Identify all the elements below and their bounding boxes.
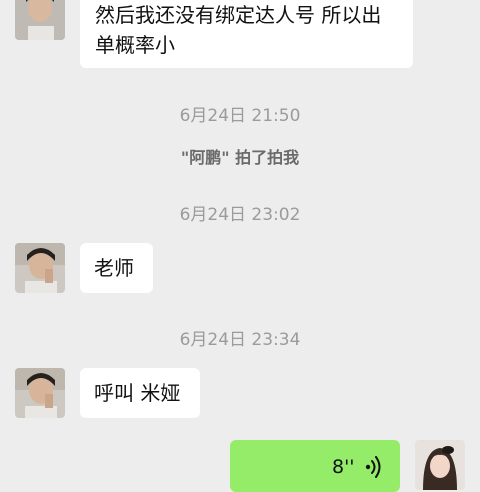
timestamp: 6月24日 23:02 (179, 205, 301, 225)
contact-avatar[interactable] (15, 368, 65, 418)
voice-duration: 8'' (332, 456, 355, 478)
system-message: "阿鹏" 拍了拍我 (180, 148, 300, 167)
message-bubble[interactable]: 老师 (80, 243, 153, 293)
message-text: 呼叫 米娅 (94, 381, 181, 405)
voice-wave-icon (365, 456, 381, 478)
contact-avatar[interactable] (15, 243, 65, 293)
my-avatar[interactable] (415, 440, 465, 490)
message-bubble[interactable]: 然后我还没有绑定达人号 所以出单概率小 (80, 0, 413, 68)
timestamp: 6月24日 21:50 (179, 106, 301, 126)
message-bubble[interactable]: 呼叫 米娅 (80, 368, 200, 418)
message-text: 老师 (94, 256, 134, 280)
voice-message-bubble[interactable]: 8'' (230, 440, 400, 492)
timestamp: 6月24日 23:34 (179, 330, 301, 350)
message-text: 然后我还没有绑定达人号 所以出单概率小 (95, 3, 382, 57)
contact-avatar[interactable] (15, 0, 65, 40)
